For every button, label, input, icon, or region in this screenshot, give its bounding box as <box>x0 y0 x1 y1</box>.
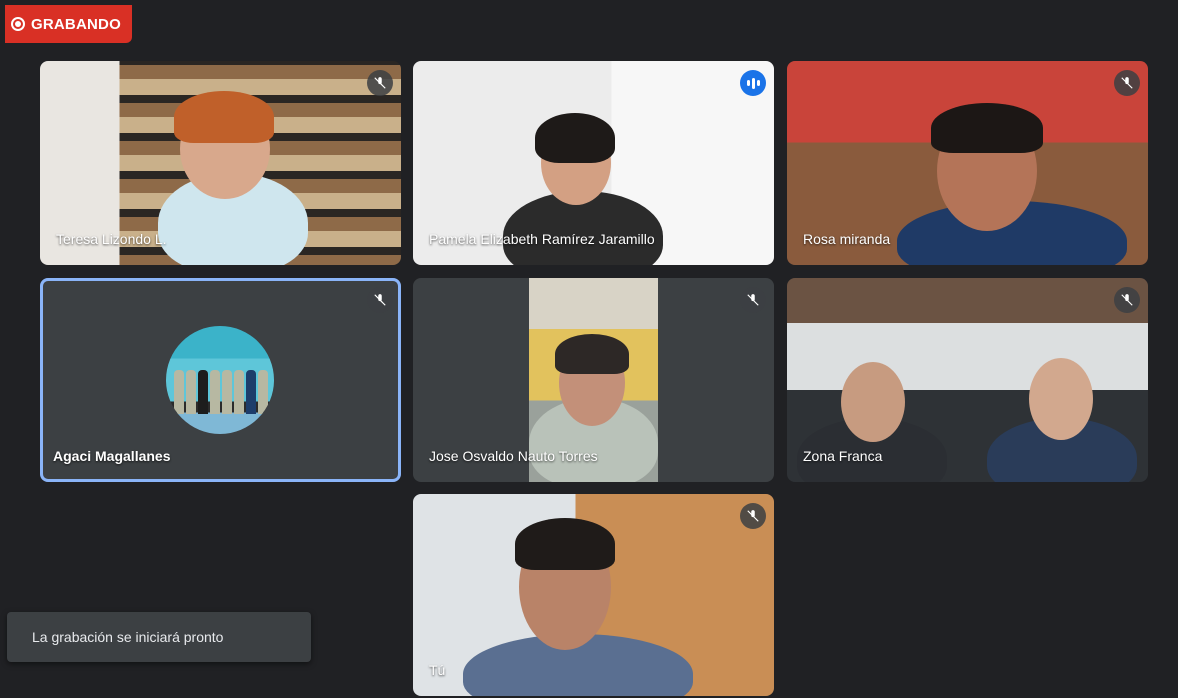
recording-badge[interactable]: GRABANDO <box>5 5 132 43</box>
video-hair <box>931 103 1043 153</box>
avatar <box>166 326 274 434</box>
participant-name: Pamela Elizabeth Ramírez Jaramillo <box>429 231 655 247</box>
mic-off-icon <box>1114 70 1140 96</box>
video-hair <box>535 113 615 163</box>
participant-name: Tú <box>429 662 446 678</box>
participant-tile-teresa[interactable]: Teresa Lizondo L. <box>40 61 401 265</box>
participant-tile-pamela[interactable]: Pamela Elizabeth Ramírez Jaramillo <box>413 61 774 265</box>
video-hair <box>174 91 274 143</box>
participant-name: Agaci Magallanes <box>53 448 171 464</box>
video-hair <box>515 518 615 570</box>
recording-toast: La grabación se iniciará pronto <box>7 612 311 662</box>
video-face <box>841 362 905 442</box>
video-hair <box>555 334 629 374</box>
participant-tile-agaci[interactable]: Agaci Magallanes <box>40 278 401 482</box>
recording-label: GRABANDO <box>31 15 121 33</box>
mic-off-icon <box>367 287 393 313</box>
mic-off-icon <box>740 287 766 313</box>
participant-name: Rosa miranda <box>803 231 891 247</box>
mic-off-icon <box>740 503 766 529</box>
mic-off-icon <box>1114 287 1140 313</box>
participant-tile-jose[interactable]: Jose Osvaldo Nauto Torres <box>413 278 774 482</box>
participant-name: Teresa Lizondo L. <box>56 231 167 247</box>
participant-tile-rosa[interactable]: Rosa miranda <box>787 61 1148 265</box>
record-icon <box>11 17 25 31</box>
video-face <box>1029 358 1093 440</box>
participant-name: Jose Osvaldo Nauto Torres <box>429 448 598 464</box>
participant-name: Zona Franca <box>803 448 883 464</box>
toast-message: La grabación se iniciará pronto <box>32 629 224 645</box>
audio-level-icon <box>740 70 766 96</box>
participant-tile-zona-franca[interactable]: Zona Franca <box>787 278 1148 482</box>
participant-tile-self[interactable]: Tú <box>413 494 774 696</box>
mic-off-icon <box>367 70 393 96</box>
